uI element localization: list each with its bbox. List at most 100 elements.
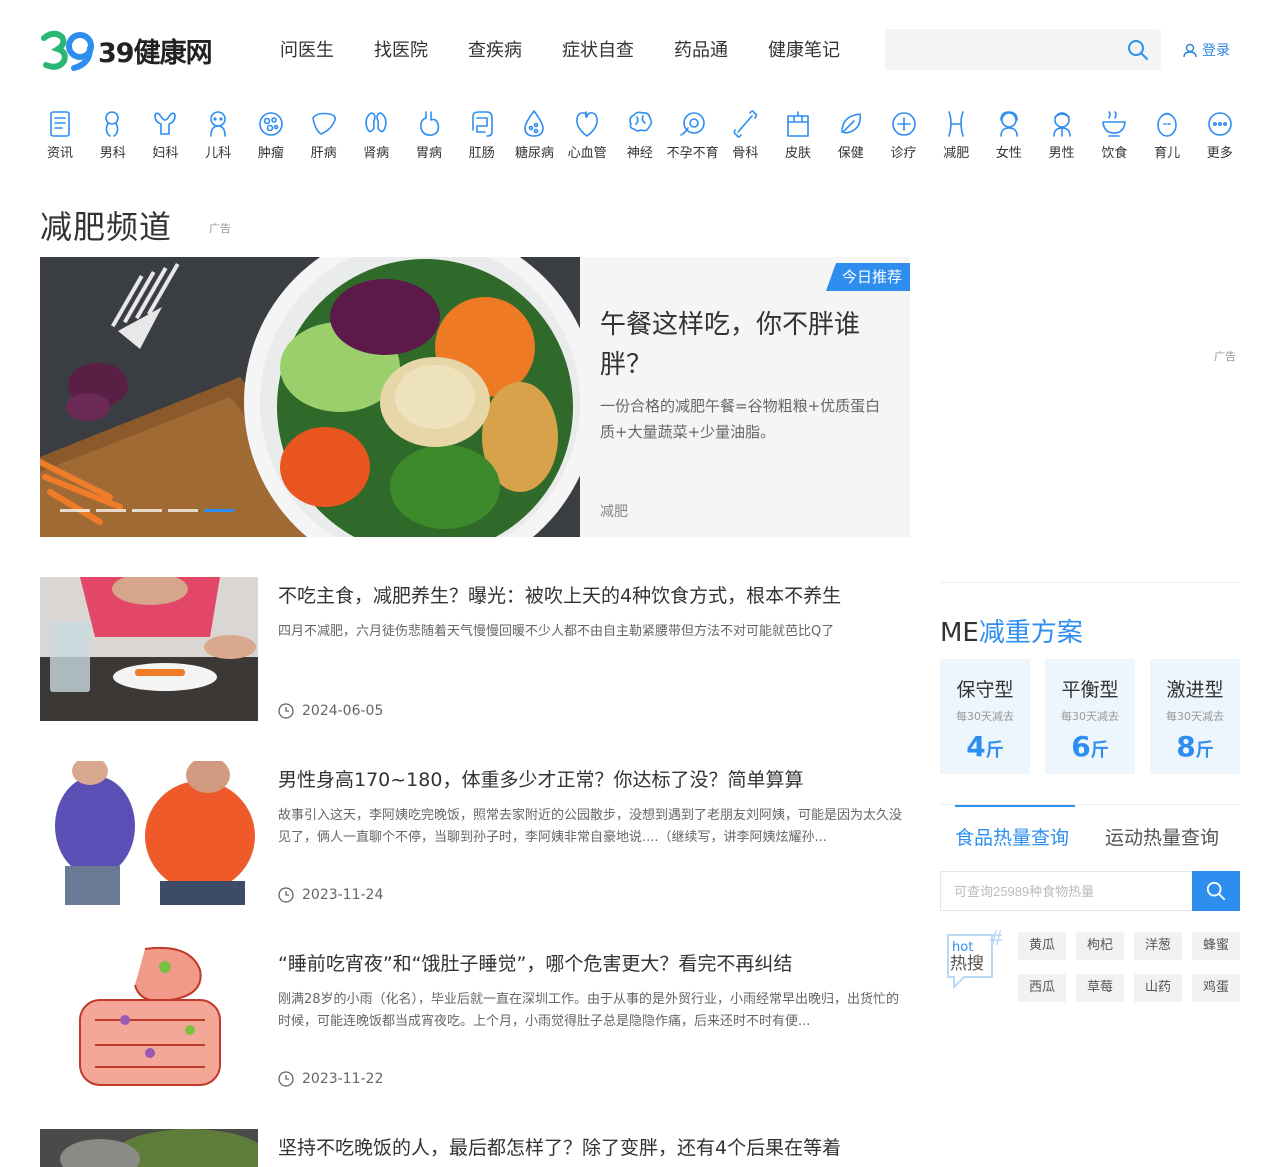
liver-icon [309,108,339,140]
category-label: 胃病 [416,146,443,161]
login-button[interactable]: 登录 [1183,40,1230,60]
category-label: 男科 [99,146,126,161]
category-item[interactable]: 儿科 [196,108,240,161]
tab-food-calorie[interactable]: 食品热量查询 [955,823,1069,850]
category-item[interactable]: 不孕不育 [667,108,719,161]
hero-image[interactable] [40,257,580,537]
category-item[interactable]: 妇科 [143,108,187,161]
category-item[interactable]: 心血管 [565,108,609,161]
plan-value: 6斤 [1071,730,1109,763]
article-thumbnail[interactable] [40,577,258,721]
search-input[interactable] [885,29,1115,70]
slide-dot[interactable] [96,509,126,512]
male-organ-icon [98,108,128,140]
hot-search-tag[interactable]: 黄瓜 [1018,932,1066,960]
page-title: 减肥频道 [40,208,173,246]
nav-item-ask-doctor[interactable]: 问医生 [280,36,334,62]
category-item[interactable]: 神经 [618,108,662,161]
category-item[interactable]: 糖尿病 [512,108,556,161]
article-title[interactable]: 不吃主食，减肥养生？曝光：被吹上天的4种饮食方式，根本不养生 [278,581,910,608]
category-item[interactable]: 更多 [1198,108,1242,161]
category-item[interactable]: 骨科 [723,108,767,161]
site-logo[interactable]: 39健康网 [40,26,213,74]
category-item[interactable]: 肿瘤 [249,108,293,161]
plan-card-conservative[interactable]: 保守型 每30天减去 4斤 [940,659,1030,774]
category-item[interactable]: 饮食 [1092,108,1136,161]
article-date-text: 2023-11-24 [302,887,384,903]
category-item[interactable]: 女性 [987,108,1031,161]
plan-card-aggressive[interactable]: 激进型 每30天减去 8斤 [1150,659,1240,774]
article-thumbnail[interactable] [40,761,258,905]
category-item[interactable]: 减肥 [934,108,978,161]
category-item[interactable]: 胃病 [407,108,451,161]
nav-item-find-hospital[interactable]: 找医院 [374,36,428,62]
today-recommend-badge: 今日推荐 [825,263,910,291]
slide-dot[interactable] [168,509,198,512]
ad-label: 广告 [209,222,231,235]
article-item[interactable]: 坚持不吃晚饭的人，最后都怎样了？除了变胖，还有4个后果在等着 [40,1129,910,1167]
nav-item-health-notes[interactable]: 健康笔记 [768,36,840,62]
category-item[interactable]: 男科 [91,108,135,161]
category-item[interactable]: 保健 [829,108,873,161]
hot-label-cn: 热搜 [950,954,984,974]
article-title[interactable]: “睡前吃宵夜”和“饿肚子睡觉”，哪个危害更大？看完不再纠结 [278,949,910,976]
me-prefix: ME [940,618,979,648]
food-search-input[interactable] [941,872,1189,910]
woman-icon [994,108,1024,140]
category-label: 更多 [1206,146,1233,161]
search-icon[interactable] [1127,39,1149,61]
category-item[interactable]: 肛肠 [460,108,504,161]
article-desc: 刚满28岁的小雨（化名），毕业后就一直在深圳工作。由于从事的是外贸行业，小雨经常… [278,992,900,1029]
category-item[interactable]: 资讯 [38,108,82,161]
clock-icon [278,1071,294,1087]
category-item[interactable]: 男性 [1040,108,1084,161]
nav-item-diseases[interactable]: 查疾病 [468,36,522,62]
plan-value: 8斤 [1176,730,1214,763]
nav-item-drugs[interactable]: 药品通 [674,36,728,62]
category-label: 肝病 [310,146,337,161]
baby-icon [203,108,233,140]
article-item[interactable]: 不吃主食，减肥养生？曝光：被吹上天的4种饮食方式，根本不养生 四月不减肥，六月徒… [40,577,910,721]
article-thumbnail[interactable] [40,1129,258,1167]
category-item[interactable]: 肝病 [302,108,346,161]
hot-search-tag[interactable]: 洋葱 [1134,932,1182,960]
slide-dot[interactable] [132,509,162,512]
article-title[interactable]: 男性身高170~180，体重多少才正常？你达标了没？简单算算 [278,765,910,792]
article-item[interactable]: 男性身高170~180，体重多少才正常？你达标了没？简单算算 故事引入这天，李阿… [40,761,910,905]
hot-search-tag[interactable]: 蜂蜜 [1192,932,1240,960]
clock-icon [278,703,294,719]
article-title[interactable]: 坚持不吃晚饭的人，最后都怎样了？除了变胖，还有4个后果在等着 [278,1133,910,1160]
article-thumbnail[interactable] [40,945,258,1089]
man-icon [1047,108,1077,140]
category-item[interactable]: 诊疗 [882,108,926,161]
hot-search-tag[interactable]: 草莓 [1076,974,1124,1002]
hero-category[interactable]: 减肥 [600,501,628,521]
hot-search-tag[interactable]: 鸡蛋 [1192,974,1240,1002]
category-item[interactable]: 育儿 [1145,108,1189,161]
brain-icon [625,108,655,140]
tab-exercise-calorie[interactable]: 运动热量查询 [1105,823,1219,850]
intestine-icon [467,108,497,140]
hot-search-tag[interactable]: 枸杞 [1076,932,1124,960]
category-item[interactable]: 肾病 [354,108,398,161]
hot-search-badge: # hot 热搜 [944,926,1005,993]
category-label: 资讯 [46,146,73,161]
slide-dot-active[interactable] [204,509,234,512]
category-label: 妇科 [152,146,179,161]
hot-search-tag[interactable]: 山药 [1134,974,1182,1002]
clock-icon [278,887,294,903]
article-date: 2023-11-22 [278,1071,383,1087]
hero-title[interactable]: 午餐这样吃，你不胖谁胖？ [600,305,890,385]
hero-banner[interactable]: 今日推荐 午餐这样吃，你不胖谁胖？ 一份合格的减肥午餐=谷物粗粮+优质蛋白质+大… [40,257,910,537]
article-item[interactable]: “睡前吃宵夜”和“饿肚子睡觉”，哪个危害更大？看完不再纠结 刚满28岁的小雨（化… [40,945,910,1089]
hot-search-tag[interactable]: 西瓜 [1018,974,1066,1002]
nav-item-symptom-check[interactable]: 症状自查 [562,36,634,62]
plan-sub: 每30天减去 [956,710,1014,723]
category-label: 女性 [995,146,1022,161]
slide-dot[interactable] [60,509,90,512]
plan-name: 激进型 [1166,679,1224,701]
plan-card-balanced[interactable]: 平衡型 每30天减去 6斤 [1045,659,1135,774]
food-search-button[interactable] [1192,871,1240,911]
category-item[interactable]: 皮肤 [776,108,820,161]
plan-sub: 每30天减去 [1166,710,1224,723]
